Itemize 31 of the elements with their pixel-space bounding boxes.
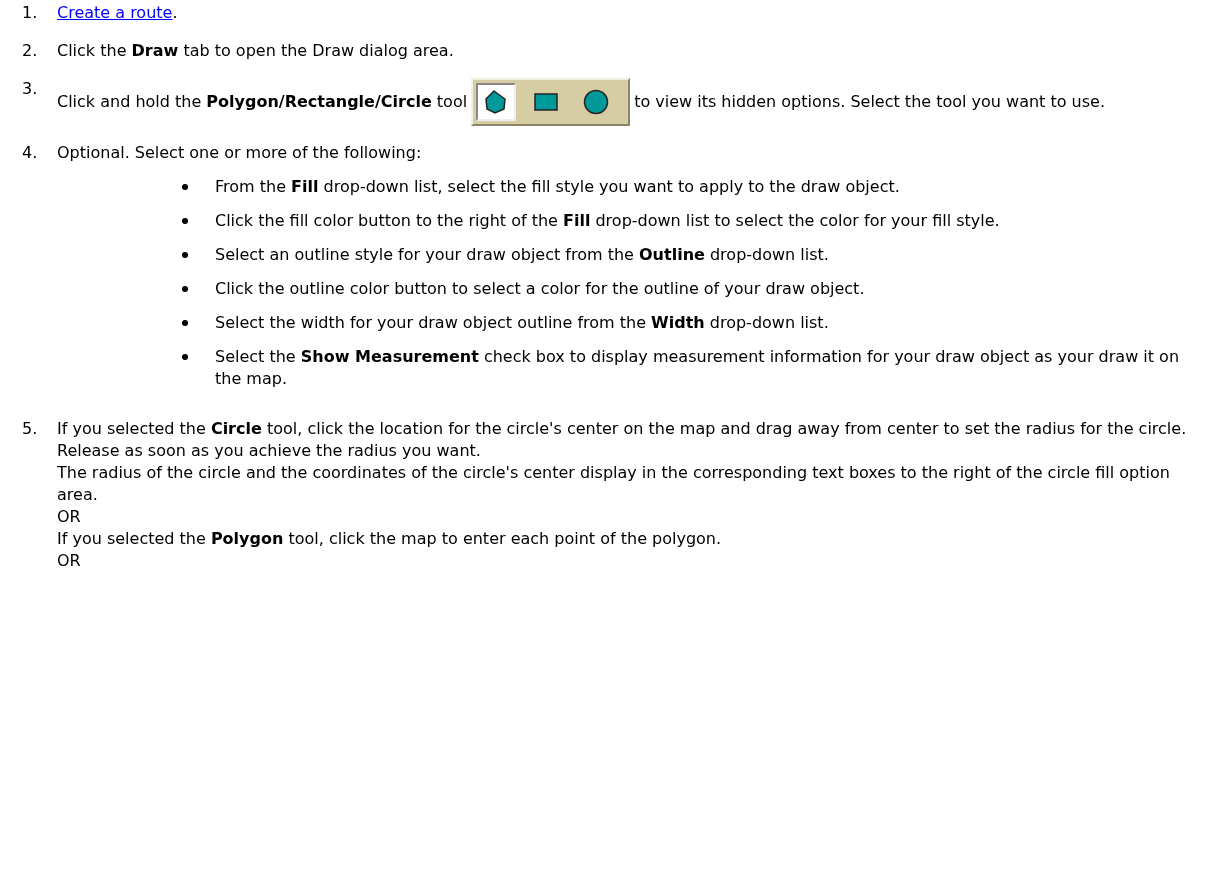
step-text: If you selected the Circle tool, click the location for the circle's center on the map and drag away from center to set the radius for the circle. Release as soon as you achieve the radius you want.	[57, 418, 1188, 462]
step-number: 5.	[22, 418, 39, 440]
bullet-icon	[182, 184, 188, 190]
bullet-icon	[182, 320, 188, 326]
step-number: 1.	[22, 2, 39, 24]
bullet-text: Click the outline color button to select a color for the outline of your draw object.	[215, 278, 865, 300]
bullet-icon	[182, 252, 188, 258]
step-text: Create a route.	[57, 2, 179, 24]
bullet-text: Select the width for your draw object outline from the Width drop-down list.	[215, 312, 829, 334]
step-number: 4.	[22, 142, 39, 164]
step-number: 2.	[22, 40, 39, 62]
bullet-icon	[182, 354, 188, 360]
bullet-text: Select an outline style for your draw object from the Outline drop-down list.	[215, 244, 829, 266]
step-text: Click the Draw tab to open the Draw dialog area.	[57, 40, 455, 62]
bullet-text: Click the fill color button to the right of the Fill drop-down list to select the color for your fill style.	[215, 210, 1000, 232]
step-text: If you selected the Polygon tool, click the map to enter each point of the polygon.	[57, 528, 723, 550]
step-text: The radius of the circle and the coordinates of the circle's center display in the corresponding text boxes to the right of the circle fill option area.	[57, 462, 1171, 506]
bullet-icon	[182, 218, 188, 224]
step-text: OR	[57, 506, 82, 528]
bullet-text: Select the Show Measurement check box to display measurement information for your draw object as your draw it on the map.	[215, 346, 1181, 390]
polygon-tool-button[interactable]	[476, 83, 517, 121]
rectangle-icon	[534, 93, 559, 111]
circle-icon	[583, 89, 610, 115]
step-number: 3.	[22, 78, 39, 100]
step-text: to view its hidden options. Select the tool you want to use.	[634, 91, 1105, 111]
step-text: Optional. Select one or more of the following:	[57, 142, 423, 164]
bullet-icon	[182, 286, 188, 292]
create-route-link[interactable]: Create a route	[57, 3, 173, 22]
step-text: OR	[57, 550, 82, 572]
bullet-text: From the Fill drop-down list, select the fill style you want to apply to the draw object.	[215, 176, 900, 198]
step-text: Click and hold the Polygon/Rectangle/Circle tool	[57, 91, 468, 111]
